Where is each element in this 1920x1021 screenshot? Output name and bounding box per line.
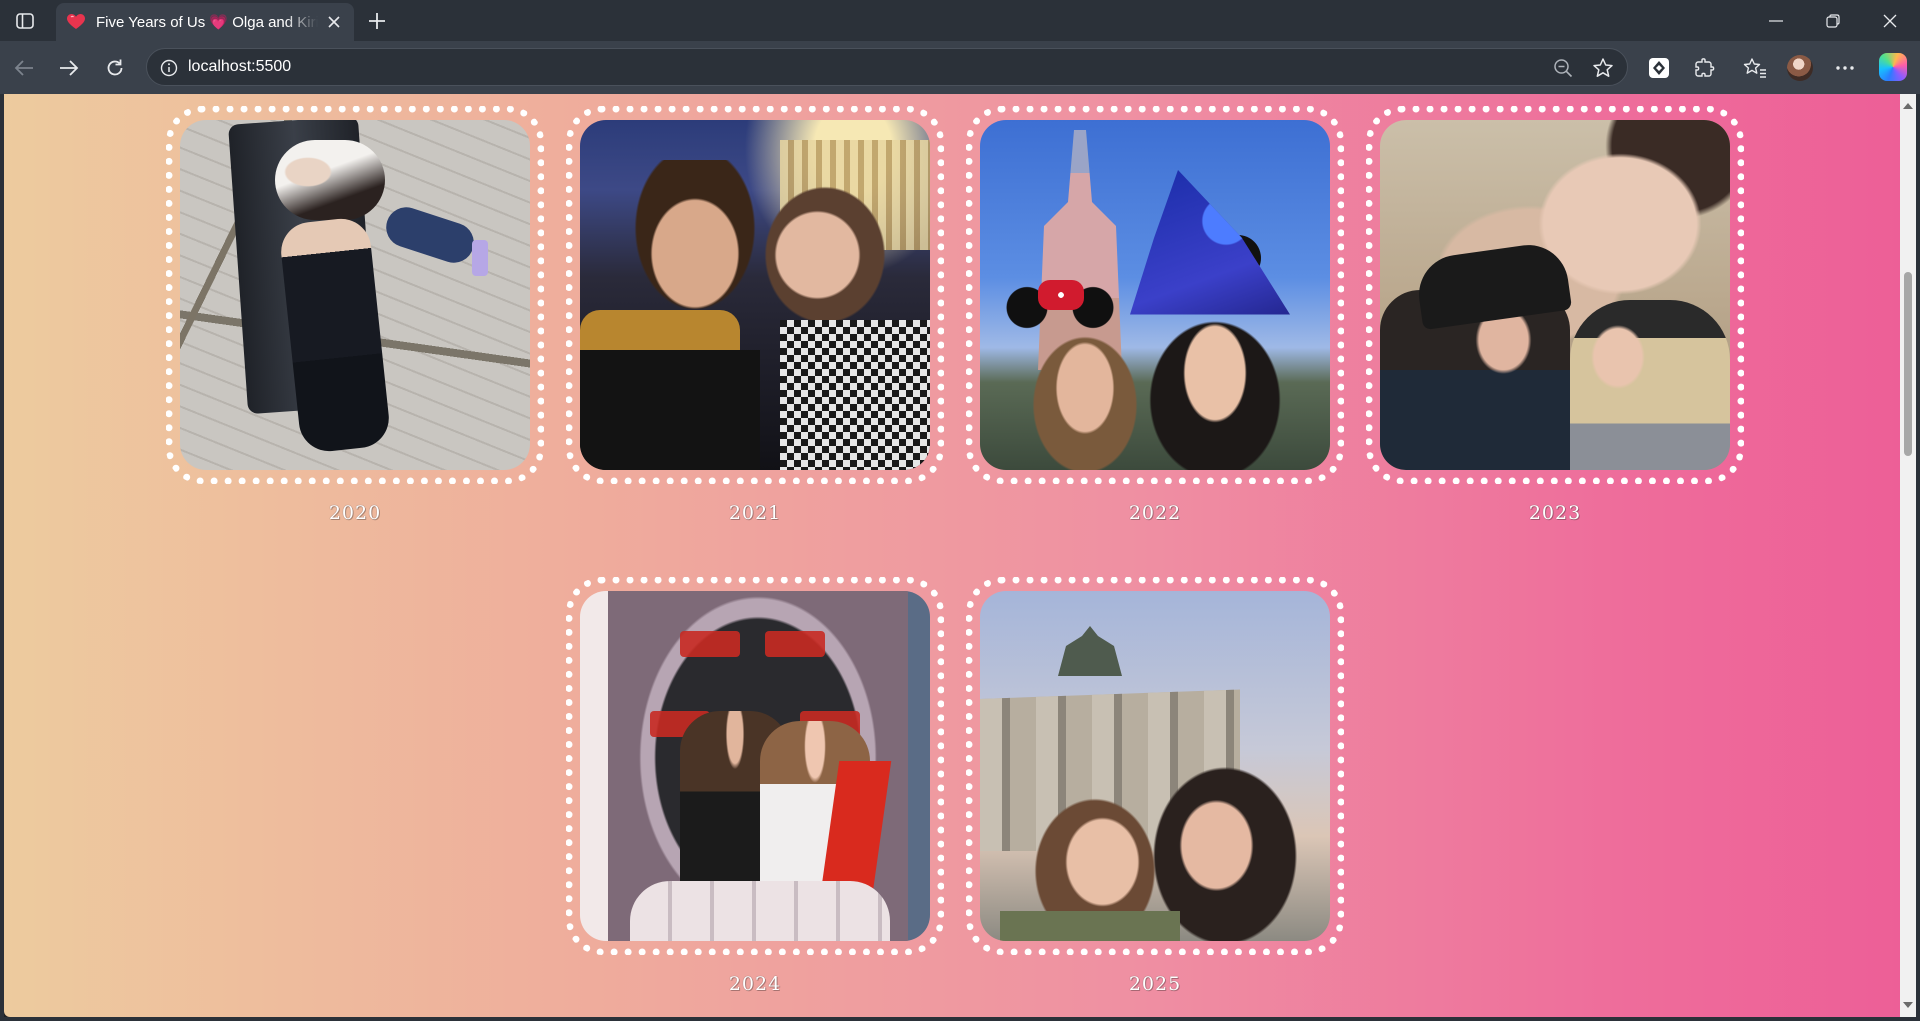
- tab-bar: Five Years of Us 💗 Olga and Kiril: [0, 0, 1920, 41]
- heart-icon: [66, 12, 86, 32]
- photo-2021[interactable]: [580, 120, 930, 470]
- back-arrow-icon[interactable]: [10, 54, 38, 82]
- page-viewport: 2020 2021 2022 2023 2024 2025: [4, 94, 1900, 1017]
- scroll-thumb[interactable]: [1904, 272, 1912, 456]
- window-border-bottom: [0, 1017, 1920, 1021]
- extension-app-icon[interactable]: [1646, 55, 1672, 81]
- gallery-card[interactable]: 2021: [566, 106, 944, 524]
- gallery-card[interactable]: 2022: [966, 106, 1344, 524]
- restore-icon[interactable]: [1813, 6, 1853, 36]
- favorites-collection-icon[interactable]: [1742, 55, 1768, 81]
- close-tab-icon[interactable]: [324, 12, 344, 32]
- window-border-right: [1916, 94, 1920, 1021]
- refresh-icon[interactable]: [101, 54, 129, 82]
- favorite-star-icon[interactable]: [1592, 57, 1614, 79]
- new-tab-icon[interactable]: [364, 8, 390, 34]
- gallery-card[interactable]: 2020: [166, 106, 544, 524]
- year-label: 2025: [1128, 973, 1182, 995]
- more-options-icon[interactable]: [1832, 55, 1858, 81]
- scroll-up-arrow-icon[interactable]: [1903, 100, 1913, 110]
- url-text[interactable]: localhost:5500: [188, 58, 291, 76]
- photo-frame: [966, 577, 1344, 955]
- gallery-card[interactable]: 2023: [1366, 106, 1744, 524]
- zoom-out-icon[interactable]: [1552, 57, 1574, 79]
- forward-arrow-icon[interactable]: [55, 54, 83, 82]
- photo-2022[interactable]: [980, 120, 1330, 470]
- page-scrollbar[interactable]: [1900, 94, 1916, 1017]
- gallery-card[interactable]: 2024: [566, 577, 944, 995]
- profile-avatar[interactable]: [1787, 55, 1813, 81]
- photo-2024[interactable]: [580, 591, 930, 941]
- site-info-icon[interactable]: [159, 58, 179, 78]
- tab-title: Five Years of Us 💗 Olga and Kiril: [96, 14, 318, 31]
- address-bar[interactable]: localhost:5500: [146, 48, 1628, 86]
- gallery-card[interactable]: 2025: [966, 577, 1344, 995]
- minimize-icon[interactable]: [1756, 6, 1796, 36]
- active-tab[interactable]: Five Years of Us 💗 Olga and Kiril: [56, 3, 354, 41]
- photo-frame: [566, 106, 944, 484]
- year-label: 2021: [728, 502, 782, 524]
- photo-frame: [966, 106, 1344, 484]
- copilot-icon[interactable]: [1879, 53, 1907, 81]
- photo-2025[interactable]: [980, 591, 1330, 941]
- year-label: 2022: [1128, 502, 1182, 524]
- photo-2020[interactable]: [180, 120, 530, 470]
- photo-frame: [1366, 106, 1744, 484]
- photo-frame: [166, 106, 544, 484]
- scroll-down-arrow-icon[interactable]: [1903, 1000, 1913, 1010]
- browser-toolbar: localhost:5500: [0, 41, 1920, 94]
- tab-actions-icon[interactable]: [10, 8, 40, 34]
- year-label: 2024: [728, 973, 782, 995]
- extensions-puzzle-icon[interactable]: [1692, 55, 1718, 81]
- year-label: 2023: [1528, 502, 1582, 524]
- photo-frame: [566, 577, 944, 955]
- photo-2023[interactable]: [1380, 120, 1730, 470]
- close-window-icon[interactable]: [1870, 6, 1910, 36]
- year-label: 2020: [328, 502, 382, 524]
